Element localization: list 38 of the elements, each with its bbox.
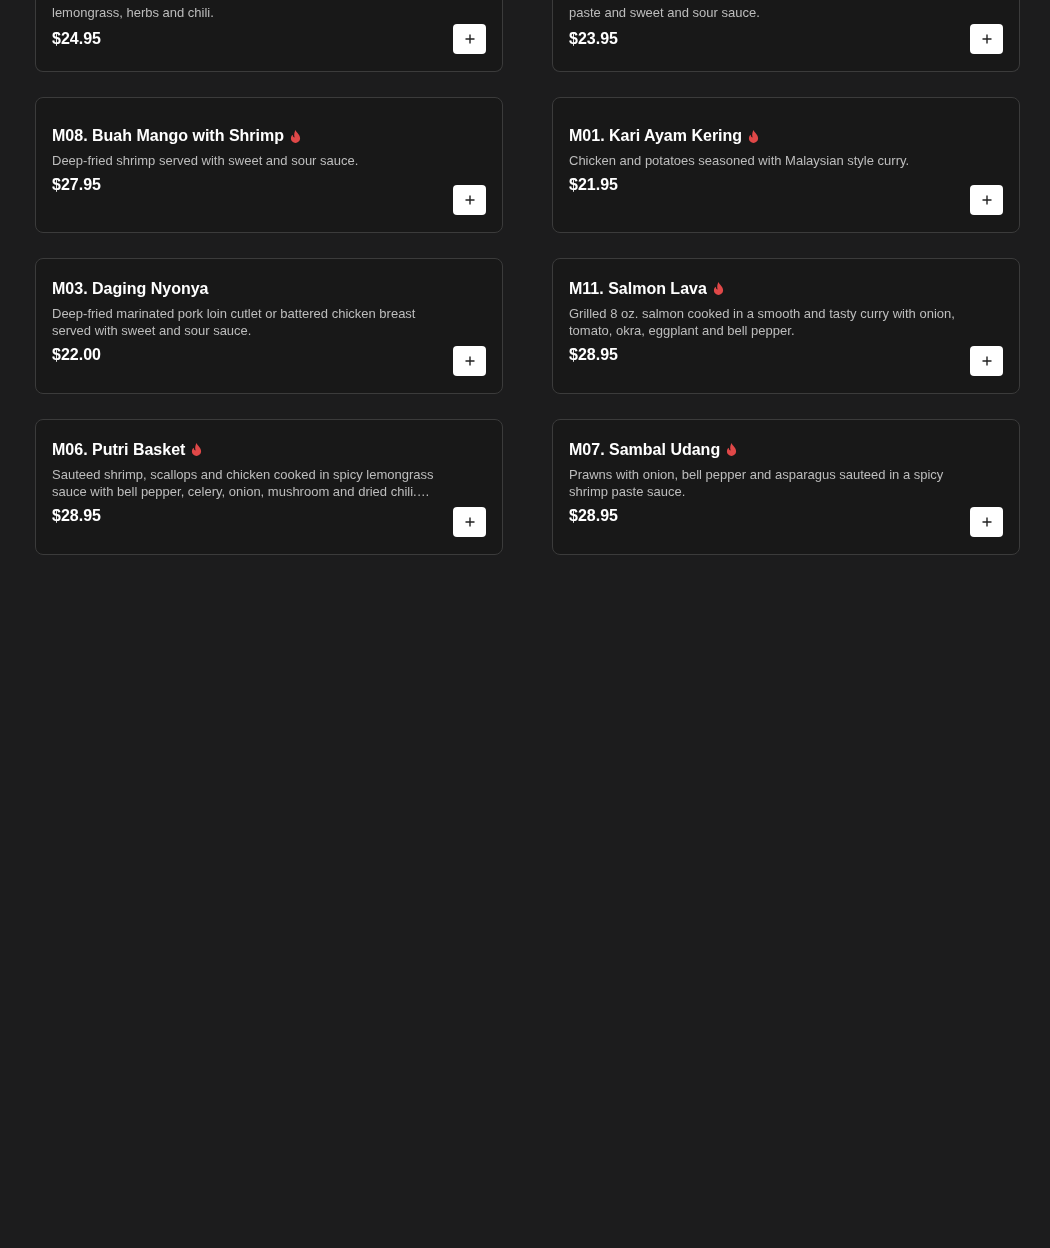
- dish-title: M07. Sambal Udang: [569, 440, 721, 459]
- dish-price: $22.00: [52, 345, 102, 364]
- dish-title: M08. Buah Mango with Shrimp: [52, 127, 284, 145]
- plus-icon: [981, 34, 992, 44]
- plus-icon: [981, 517, 992, 527]
- dish-title: M11. Salmon Lava: [569, 279, 707, 298]
- add-button[interactable]: [453, 507, 486, 537]
- add-button[interactable]: [970, 507, 1003, 537]
- plus-icon: [981, 356, 992, 366]
- add-button[interactable]: [453, 24, 486, 54]
- dish-price: $28.95: [569, 345, 619, 364]
- add-button[interactable]: [453, 185, 486, 215]
- add-button[interactable]: [970, 24, 1003, 54]
- dish-description: Deep-fried marinated pork loin cutlet or battered chicken breast served with sweet and sour sauce.: [52, 304, 417, 339]
- dish-price: $24.95: [52, 30, 102, 48]
- dish-price: $21.95: [569, 176, 619, 194]
- dish-price: $28.95: [52, 506, 102, 525]
- add-button[interactable]: [970, 185, 1003, 215]
- plus-icon: [464, 517, 475, 527]
- dish-title: M03. Daging Nyonya: [52, 279, 209, 298]
- dish-description: lemongrass, herbs and chili.: [52, 4, 215, 21]
- add-button[interactable]: [453, 346, 486, 376]
- dish-description: Prawns with onion, bell pepper and asparagus sauteed in a spicy shrimp paste sauce.: [569, 465, 945, 500]
- dish-price: $27.95: [52, 176, 102, 194]
- dish-title: M06. Putri Basket: [52, 440, 186, 459]
- plus-icon: [464, 34, 475, 44]
- dish-price: $28.95: [569, 506, 619, 525]
- dish-description: Grilled 8 oz. salmon cooked in a smooth and tasty curry with onion, tomato, okra, eggplant and bell pepper.: [569, 304, 956, 339]
- add-button[interactable]: [970, 346, 1003, 376]
- dish-price: $23.95: [569, 30, 619, 48]
- dish-title: M01. Kari Ayam Kering: [569, 127, 743, 145]
- dish-description: Deep-fried shrimp served with sweet and sour sauce.: [52, 152, 360, 169]
- plus-icon: [464, 356, 475, 366]
- dish-description: Chicken and potatoes seasoned with Malaysian style curry.: [569, 152, 911, 169]
- plus-icon: [464, 195, 475, 205]
- dish-description: Sauteed shrimp, scallops and chicken cooked in spicy lemongrass sauce with bell pepper, celery, onion, mushroom and dried chili.…: [52, 465, 435, 500]
- dish-description: paste and sweet and sour sauce.: [569, 4, 761, 21]
- plus-icon: [981, 195, 992, 205]
